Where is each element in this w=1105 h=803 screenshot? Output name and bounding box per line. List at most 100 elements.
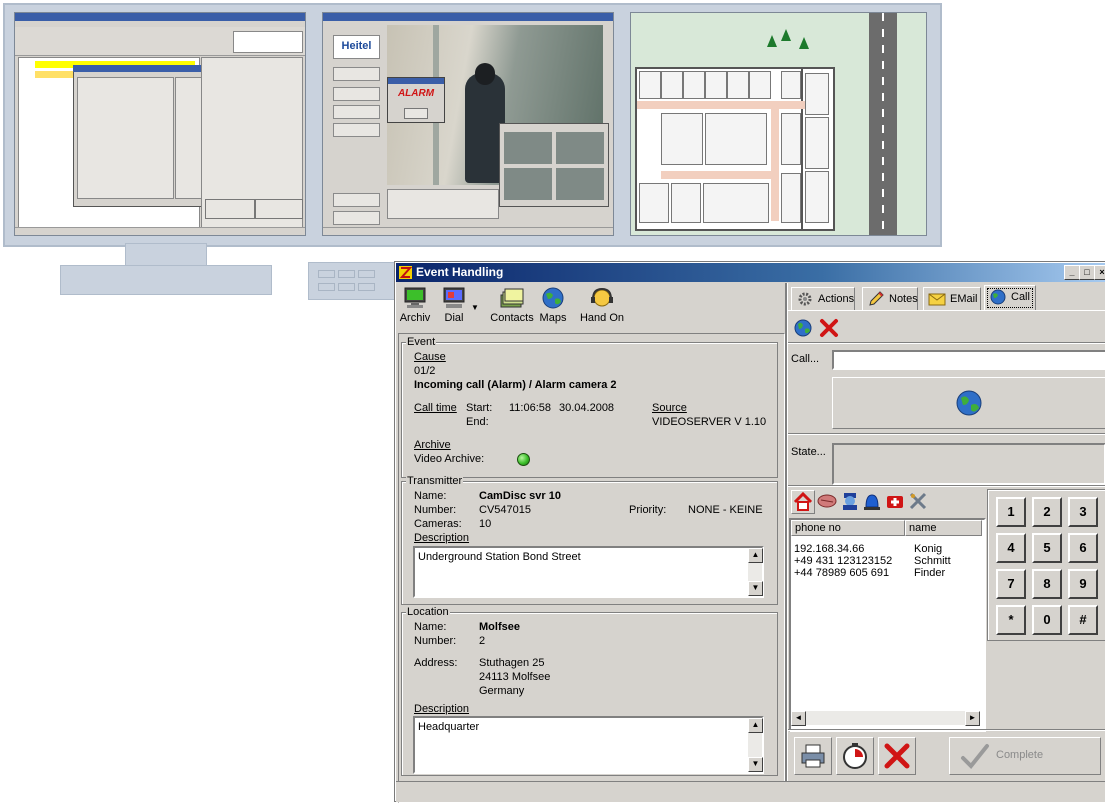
location-description-label: Description [414, 703, 470, 715]
close-button[interactable]: × [1094, 265, 1105, 280]
cancel-x-icon[interactable] [819, 318, 839, 338]
column-header-name[interactable]: name [905, 520, 982, 536]
contacts-button[interactable]: Contacts [490, 287, 534, 331]
call-label: Call... [791, 353, 820, 365]
thumb-button [333, 211, 380, 225]
keypad-key[interactable]: 3 [1068, 497, 1098, 527]
maps-button[interactable]: Maps [535, 287, 571, 331]
camera-tile [556, 132, 604, 164]
tab-actions-label: Actions [818, 293, 855, 305]
keypad-key[interactable]: * [996, 605, 1026, 635]
thumb-button [205, 199, 255, 219]
state-label: State... [791, 446, 826, 458]
scroll-down-arrow[interactable]: ▼ [748, 757, 763, 772]
phone-cell: 192.168.34.66 [794, 543, 865, 555]
splitter[interactable] [785, 283, 788, 801]
pencil-icon [869, 291, 884, 306]
thumb-button [333, 193, 380, 207]
scroll-up-arrow[interactable]: ▲ [748, 548, 763, 563]
call-number-input[interactable] [832, 350, 1105, 370]
handshake-icon[interactable] [816, 491, 838, 511]
scroll-left-arrow[interactable]: ◄ [791, 711, 806, 726]
keypad-key[interactable]: 9 [1068, 569, 1098, 599]
tab-call[interactable]: Call [984, 285, 1036, 311]
heitel-logo: Heitel [333, 35, 380, 59]
phonebook-home-button[interactable] [791, 490, 815, 514]
room [781, 71, 801, 99]
scroll-right-arrow[interactable]: ► [965, 711, 980, 726]
window-titlebar[interactable]: Event Handling _ □ × [396, 263, 1105, 282]
transmitter-description-memo[interactable]: Underground Station Bond Street ▲ ▼ [413, 546, 764, 598]
camera-tile [556, 168, 604, 200]
scroll-up-arrow[interactable]: ▲ [748, 718, 763, 733]
keyboard-key [358, 283, 375, 291]
cancel-event-button[interactable] [878, 737, 916, 775]
police-officer-icon[interactable] [840, 491, 860, 511]
scrollbar[interactable]: ▲ ▼ [748, 548, 763, 596]
keypad-key[interactable]: 0 [1032, 605, 1062, 635]
room [781, 113, 801, 165]
medical-icon[interactable] [885, 491, 905, 511]
keypad-key[interactable]: 4 [996, 533, 1026, 563]
gear-icon [798, 292, 812, 306]
hand-on-button[interactable]: Hand On [577, 287, 627, 331]
timer-button[interactable] [836, 737, 874, 775]
keyboard-key [338, 270, 355, 278]
keypad-key[interactable]: 5 [1032, 533, 1062, 563]
tab-actions[interactable]: Actions [791, 287, 855, 311]
keypad-key[interactable]: 7 [996, 569, 1026, 599]
keypad-key[interactable]: 6 [1068, 533, 1098, 563]
location-description-memo[interactable]: Headquarter ▲ ▼ [413, 716, 764, 774]
action-bar-separator [788, 729, 1105, 731]
source-label: Source [652, 402, 687, 414]
dial-monitor-icon [443, 287, 465, 308]
transmitter-group-label: Transmitter [406, 475, 464, 487]
location-number-label: Number: [414, 635, 457, 647]
dial-call-button[interactable] [832, 377, 1105, 429]
video-archive-status-led[interactable] [517, 453, 530, 466]
keypad-key[interactable]: 2 [1032, 497, 1062, 527]
alarm-text: ALARM [397, 88, 435, 99]
dial-globe-icon[interactable] [793, 318, 813, 338]
tab-notes[interactable]: Notes [862, 287, 918, 311]
priority-value: NONE - KEINE [688, 504, 763, 516]
screenshot-thumbnail-1 [14, 12, 306, 236]
horizontal-scrollbar[interactable]: ◄ ► [791, 711, 980, 726]
keypad-key[interactable]: 1 [996, 497, 1026, 527]
tools-icon[interactable] [908, 491, 928, 511]
tab-email[interactable]: EMail [923, 287, 981, 311]
thumb-table [387, 189, 499, 219]
scrollbar[interactable]: ▲ ▼ [748, 718, 763, 772]
call-time-label: Call time [414, 402, 457, 414]
thumb-titlebar [323, 13, 613, 21]
call-section-separator [788, 342, 1105, 344]
chevron-down-icon[interactable]: ▼ [471, 303, 479, 312]
app-icon [399, 266, 412, 279]
keyboard-key [318, 283, 335, 291]
complete-button[interactable]: Complete [949, 737, 1101, 775]
dial-button[interactable]: Dial [434, 287, 474, 331]
phonebook-section-separator [788, 485, 1105, 487]
maximize-button[interactable]: □ [1079, 265, 1095, 280]
thumb-panel [77, 77, 174, 199]
thumb-button [333, 105, 380, 119]
tree-icon [799, 37, 809, 49]
siren-icon[interactable] [862, 491, 882, 511]
keypad-key[interactable]: # [1068, 605, 1098, 635]
tab-email-label: EMail [950, 293, 978, 305]
room [805, 171, 829, 223]
column-header-phone[interactable]: phone no [791, 520, 905, 536]
end-label: End: [466, 416, 489, 428]
hand-on-label: Hand On [579, 312, 625, 324]
archiv-button[interactable]: Archiv [399, 287, 431, 331]
scroll-down-arrow[interactable]: ▼ [748, 581, 763, 596]
start-time: 11:06:58 [509, 402, 552, 414]
screenshot-thumbnail-3-floor-plan [630, 12, 927, 236]
keypad-key[interactable]: 8 [1032, 569, 1062, 599]
dial-label: Dial [444, 312, 464, 324]
state-display [832, 443, 1105, 485]
minimize-button[interactable]: _ [1064, 265, 1080, 280]
address-line-2: 24113 Molfsee [479, 671, 551, 683]
globe-icon [542, 287, 564, 309]
print-button[interactable] [794, 737, 832, 775]
